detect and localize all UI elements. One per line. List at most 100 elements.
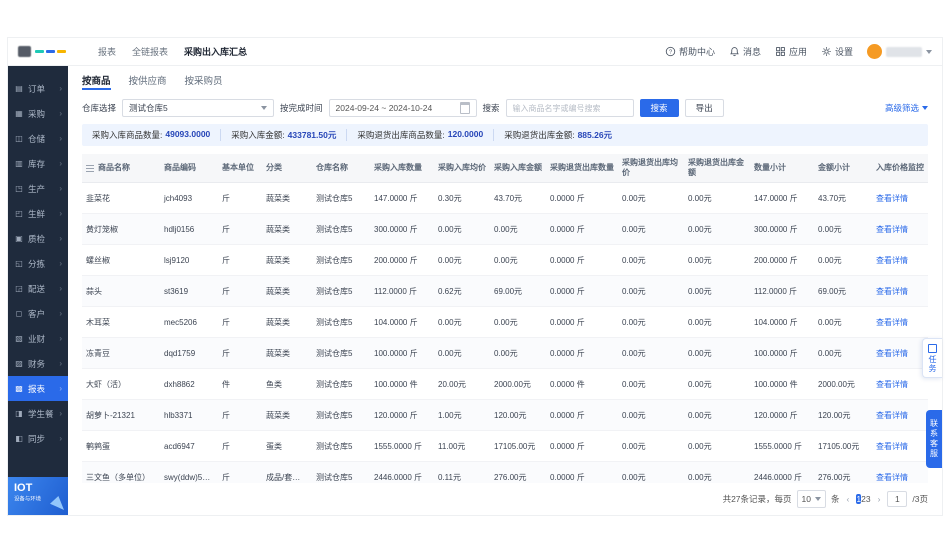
svg-text:?: ? xyxy=(669,50,673,56)
cell-r6-c12: 100.0000 斤 xyxy=(750,338,814,369)
sidebar-item-1[interactable]: ▤订单› xyxy=(8,76,68,101)
contact-service-button[interactable]: 联系客服 xyxy=(926,410,942,468)
topbar-action-bell[interactable]: 消息 xyxy=(729,45,761,58)
table-row: 木耳菜mec5206斤蔬菜类测试仓库5104.0000 斤0.00元0.00元0… xyxy=(82,307,928,338)
topbar-action-gear[interactable]: 设置 xyxy=(821,45,853,58)
sidebar-item-5[interactable]: ◳生产› xyxy=(8,176,68,201)
sidebar-item-label: 订单 xyxy=(28,83,45,95)
cell-r3-c4: 蔬菜类 xyxy=(262,245,312,276)
cell-r10-c2: swy(ddw)5980 xyxy=(160,462,218,484)
sidebar-item-12[interactable]: ▨财务› xyxy=(8,351,68,376)
sidebar-item-14[interactable]: ◨学生餐› xyxy=(8,401,68,426)
cell-r7-c12: 100.0000 件 xyxy=(750,369,814,400)
sidebar-item-3[interactable]: ◫仓储› xyxy=(8,126,68,151)
cell-r1-c8: 43.70元 xyxy=(490,183,546,214)
per-page-select[interactable]: 10 xyxy=(797,490,826,508)
cell-r5-c1: 木耳菜 xyxy=(82,307,160,338)
breadcrumb-item[interactable]: 采购出入库汇总 xyxy=(184,45,247,58)
advanced-filter-toggle[interactable]: 高级筛选 xyxy=(885,102,928,114)
student-meal-icon: ◨ xyxy=(14,409,24,418)
cell-r10-c9: 0.0000 斤 xyxy=(546,462,618,484)
warehouse-icon: ◫ xyxy=(14,134,24,143)
search-input[interactable] xyxy=(506,99,634,117)
cell-r1-c6: 147.0000 斤 xyxy=(370,183,434,214)
sidebar-item-7[interactable]: ▣质检› xyxy=(8,226,68,251)
view-detail-link[interactable]: 查看详情 xyxy=(876,287,908,296)
cell-r1-c3: 斤 xyxy=(218,183,262,214)
sidebar-item-11[interactable]: ▧业财› xyxy=(8,326,68,351)
tab-3[interactable]: 按采购员 xyxy=(185,73,223,90)
page-number-3[interactable]: 3 xyxy=(866,494,871,504)
breadcrumb-item[interactable]: 全链报表 xyxy=(132,45,168,58)
cell-r4-c13: 69.00元 xyxy=(814,276,872,307)
summary-item: 采购退货出库商品数量:120.0000 xyxy=(347,129,494,141)
sidebar-item-10[interactable]: ◻客户› xyxy=(8,301,68,326)
view-detail-link[interactable]: 查看详情 xyxy=(876,225,908,234)
view-detail-link[interactable]: 查看详情 xyxy=(876,380,908,389)
customer-icon: ◻ xyxy=(14,309,24,318)
cell-r3-c10: 0.00元 xyxy=(618,245,684,276)
sidebar-item-4[interactable]: ▥库存› xyxy=(8,151,68,176)
cell-r10-c5: 测试仓库5 xyxy=(312,462,370,484)
task-label: 任务 xyxy=(927,355,938,373)
tab-1[interactable]: 按商品 xyxy=(82,73,111,90)
view-detail-link[interactable]: 查看详情 xyxy=(876,318,908,327)
first-column-header: 商品名称 xyxy=(86,163,156,173)
page-numbers: 123 xyxy=(856,491,870,507)
cell-r10-c10: 0.00元 xyxy=(618,462,684,484)
user-menu[interactable] xyxy=(867,44,932,59)
topbar-action-help[interactable]: ?帮助中心 xyxy=(665,45,715,58)
cell-r1-c13: 43.70元 xyxy=(814,183,872,214)
sidebar-item-label: 报表 xyxy=(28,383,45,395)
sidebar-item-6[interactable]: ◰生鲜› xyxy=(8,201,68,226)
sidebar-footer: IOT 设备与环境 xyxy=(8,477,68,515)
logo-area[interactable] xyxy=(18,46,90,57)
cell-r6-c6: 100.0000 斤 xyxy=(370,338,434,369)
view-detail-link[interactable]: 查看详情 xyxy=(876,473,908,482)
cell-r10-c13: 276.00元 xyxy=(814,462,872,484)
cell-r5-c2: mec5206 xyxy=(160,307,218,338)
delivery-icon: ◲ xyxy=(14,284,24,293)
topbar-action-grid[interactable]: 应用 xyxy=(775,45,807,58)
sync-icon: ◧ xyxy=(14,434,24,443)
view-detail-link[interactable]: 查看详情 xyxy=(876,256,908,265)
business-finance-icon: ▧ xyxy=(14,334,24,343)
page-jump-input[interactable]: 1 xyxy=(887,491,907,507)
prev-page-button[interactable]: ‹ xyxy=(845,494,852,504)
view-detail-link[interactable]: 查看详情 xyxy=(876,194,908,203)
sidebar-item-15[interactable]: ◧同步› xyxy=(8,426,68,451)
chevron-down-icon xyxy=(922,106,928,110)
purchase-summary-table: 商品名称商品编码基本单位分类仓库名称采购入库数量采购入库均价采购入库金额采购退货… xyxy=(82,154,928,483)
sidebar-item-9[interactable]: ◲配送› xyxy=(8,276,68,301)
brand-logo-icon xyxy=(35,50,66,53)
column-settings-icon[interactable] xyxy=(86,165,94,172)
search-button[interactable]: 搜索 xyxy=(640,99,679,117)
warehouse-label: 仓库选择 xyxy=(82,102,116,114)
sidebar-item-2[interactable]: ▦采购› xyxy=(8,101,68,126)
cell-r2-c9: 0.0000 斤 xyxy=(546,214,618,245)
tab-2[interactable]: 按供应商 xyxy=(129,73,167,90)
view-detail-link[interactable]: 查看详情 xyxy=(876,411,908,420)
table-row: 三文鱼（多单位）swy(ddw)5980斤成品/套餐/礼品测试仓库52446.0… xyxy=(82,462,928,484)
cell-r9-c10: 0.00元 xyxy=(618,431,684,462)
next-page-button[interactable]: › xyxy=(876,494,883,504)
cell-r4-c12: 112.0000 斤 xyxy=(750,276,814,307)
cell-r8-c2: hlb3371 xyxy=(160,400,218,431)
sidebar-item-8[interactable]: ◱分拣› xyxy=(8,251,68,276)
task-panel-button[interactable]: 任务 xyxy=(922,338,942,378)
date-range-picker[interactable]: 2024-09-24 ~ 2024-10-24 xyxy=(329,99,477,117)
view-detail-link[interactable]: 查看详情 xyxy=(876,349,908,358)
sidebar-item-13[interactable]: ▩报表› xyxy=(8,376,68,401)
table-row: 冻青豆dqd1759斤蔬菜类测试仓库5100.0000 斤0.00元0.00元0… xyxy=(82,338,928,369)
cell-r9-c5: 测试仓库5 xyxy=(312,431,370,462)
cell-r6-c1: 冻青豆 xyxy=(82,338,160,369)
cell-r5-c4: 蔬菜类 xyxy=(262,307,312,338)
cell-r5-c3: 斤 xyxy=(218,307,262,338)
table-row: 蒜头st3619斤蔬菜类测试仓库5112.0000 斤0.62元69.00元0.… xyxy=(82,276,928,307)
breadcrumb-item[interactable]: 报表 xyxy=(98,45,116,58)
warehouse-select[interactable]: 测试仓库5 xyxy=(122,99,274,117)
breadcrumb: 报表 全链报表 采购出入库汇总 xyxy=(98,45,247,58)
table-row: 大虾（活）dxh8862件鱼类测试仓库5100.0000 件20.00元2000… xyxy=(82,369,928,400)
view-detail-link[interactable]: 查看详情 xyxy=(876,442,908,451)
export-button[interactable]: 导出 xyxy=(685,99,724,117)
